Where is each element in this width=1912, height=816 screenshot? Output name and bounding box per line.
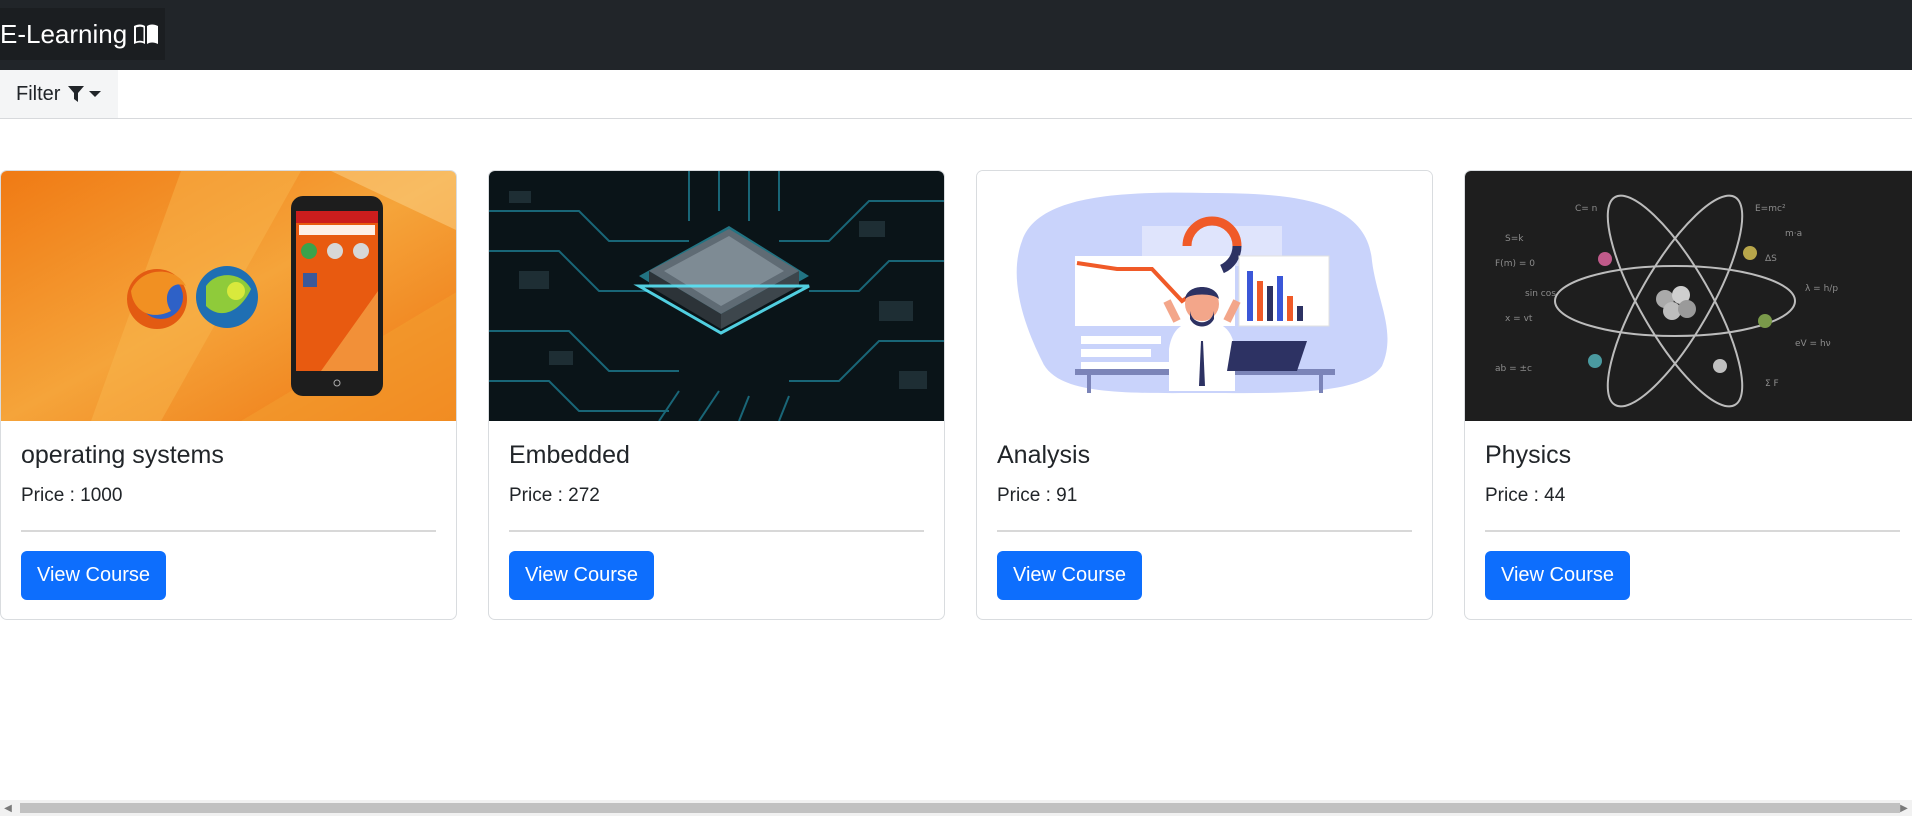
course-price: Price : 272	[509, 485, 600, 506]
svg-text:F(m) = 0: F(m) = 0	[1495, 259, 1535, 269]
svg-text:x = vt: x = vt	[1505, 314, 1533, 324]
card-divider	[21, 530, 436, 532]
card-divider	[509, 530, 924, 532]
chevron-down-icon	[89, 90, 102, 98]
course-title: operating systems	[21, 441, 224, 469]
course-title: Physics	[1485, 441, 1572, 469]
course-list: operating systems Price : 1000 View Cour…	[0, 170, 1912, 620]
svg-text:ab = ±c: ab = ±c	[1495, 364, 1532, 374]
card-divider	[1485, 530, 1900, 532]
view-course-button[interactable]: View Course	[509, 551, 655, 600]
course-price: Price : 1000	[21, 485, 123, 506]
filter-label: Filter	[16, 82, 61, 105]
view-course-button[interactable]: View Course	[1485, 551, 1631, 600]
top-navbar: E-Learning	[0, 0, 1912, 70]
view-course-button[interactable]: View Course	[997, 551, 1143, 600]
course-price: Price : 44	[1485, 485, 1566, 506]
svg-text:ΔS: ΔS	[1765, 254, 1777, 264]
course-title: Embedded	[509, 441, 630, 469]
svg-text:sin cos: sin cos	[1525, 289, 1556, 299]
svg-text:C= n: C= n	[1575, 204, 1597, 214]
filter-bar: Filter	[0, 70, 1912, 119]
course-price: Price : 91	[997, 485, 1078, 506]
svg-text:S=k: S=k	[1505, 234, 1524, 244]
scroll-right-icon[interactable]: ▶	[1896, 800, 1912, 816]
svg-text:eV = hν: eV = hν	[1795, 339, 1831, 349]
brand-link[interactable]: E-Learning	[0, 8, 166, 60]
course-card: C= n S=k F(m) = 0 sin cos x = vt ab = ±c E=m…	[1464, 170, 1912, 620]
svg-text:λ = h/p: λ = h/p	[1805, 284, 1838, 294]
course-card: operating systems Price : 1000 View Cour…	[0, 170, 457, 620]
course-card: Analysis Price : 91 View Course	[976, 170, 1433, 620]
course-image-physics: C= n S=k F(m) = 0 sin cos x = vt ab = ±c E=m…	[1465, 171, 1912, 421]
svg-text:E=mc²: E=mc²	[1755, 204, 1786, 214]
course-card: Embedded Price : 272 View Course	[488, 170, 945, 620]
book-open-icon	[133, 23, 159, 45]
svg-text:m·a: m·a	[1785, 229, 1802, 239]
brand-label: E-Learning	[0, 18, 128, 49]
svg-text:Σ F: Σ F	[1765, 379, 1779, 389]
scroll-left-icon[interactable]: ◀	[0, 800, 16, 816]
funnel-icon	[68, 85, 85, 103]
view-course-button[interactable]: View Course	[21, 551, 167, 600]
card-divider	[997, 530, 1412, 532]
course-image-operating-systems	[1, 171, 456, 421]
course-image-analysis	[977, 171, 1432, 421]
horizontal-scrollbar[interactable]: ◀ ▶	[0, 800, 1912, 816]
scrollbar-thumb[interactable]	[20, 803, 1900, 813]
course-image-embedded	[489, 171, 944, 421]
course-title: Analysis	[997, 441, 1091, 469]
filter-dropdown-button[interactable]: Filter	[0, 70, 118, 118]
